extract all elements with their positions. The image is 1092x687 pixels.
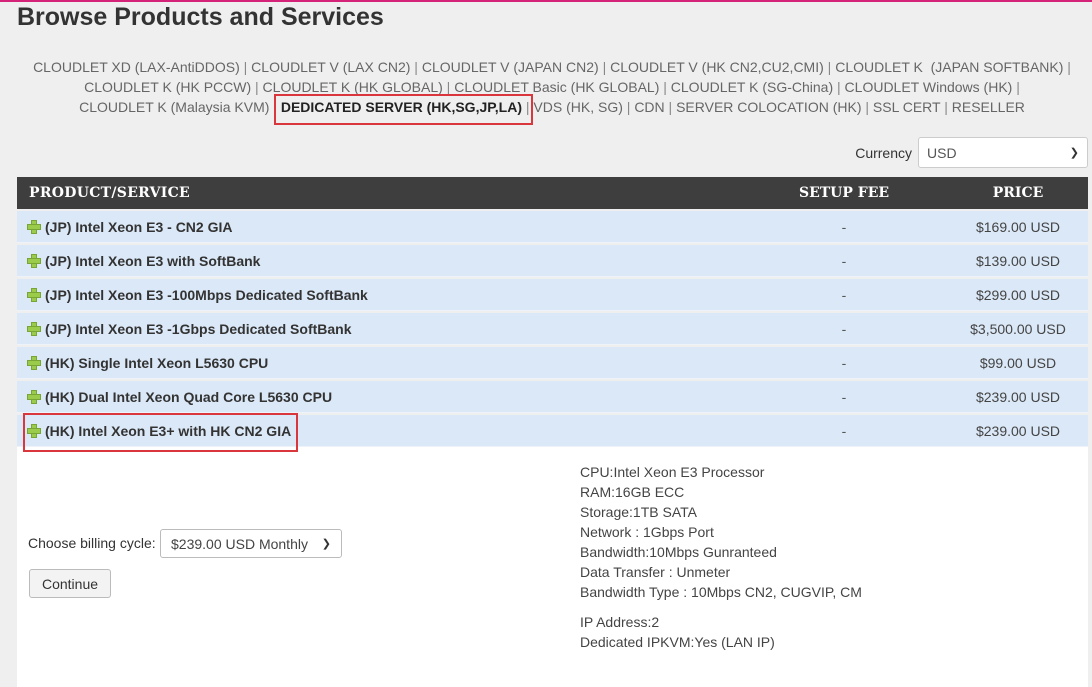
plus-icon (27, 321, 41, 336)
table-header: PRODUCT/SERVICE SETUP FEE PRICE (17, 177, 1088, 209)
price: $239.00 USD (975, 388, 1061, 405)
billing-cycle-value: $239.00 USD Monthly (171, 535, 308, 552)
chevron-down-icon: ❯ (1069, 147, 1079, 159)
product-toggle[interactable]: (HK) Single Intel Xeon L5630 CPU (17, 355, 764, 371)
product-name: (JP) Intel Xeon E3 -1Gbps Dedicated Soft… (45, 320, 352, 337)
category-link-cloudlet-k-malaysia[interactable]: CLOUDLET K (Malaysia KVM) (79, 99, 269, 115)
category-link-cloudlet-windows[interactable]: CLOUDLET Windows (HK) (845, 79, 1013, 95)
chevron-down-icon: ❯ (321, 538, 331, 550)
category-link-cloudlet-v-hk[interactable]: CLOUDLET V (HK CN2,CU2,CMI) (610, 59, 824, 75)
product-name: (JP) Intel Xeon E3 with SoftBank (45, 252, 261, 269)
billing-cycle-label: Choose billing cycle: (28, 535, 156, 551)
category-link-cloudlet-v-lax[interactable]: CLOUDLET V (LAX CN2) (251, 59, 410, 75)
product-toggle[interactable]: (HK) Dual Intel Xeon Quad Core L5630 CPU (17, 389, 764, 405)
category-link-ssl-cert[interactable]: SSL CERT (873, 99, 940, 115)
price: $99.00 USD (979, 354, 1057, 371)
category-link-dedicated-server[interactable]: DEDICATED SERVER (HK,SG,JP,LA) (281, 99, 522, 115)
header-product: PRODUCT/SERVICE (29, 185, 191, 201)
table-row[interactable]: (HK) Intel Xeon E3+ with HK CN2 GIA - $2… (17, 415, 1088, 447)
plus-icon (27, 287, 41, 302)
category-link-cloudlet-k-pccw[interactable]: CLOUDLET K (HK PCCW) (84, 79, 251, 95)
plus-icon (27, 253, 41, 268)
products-table: PRODUCT/SERVICE SETUP FEE PRICE (JP) Int… (17, 177, 1088, 687)
product-toggle[interactable]: (HK) Intel Xeon E3+ with HK CN2 GIA (17, 423, 764, 439)
product-specs: CPU:Intel Xeon E3 Processor RAM:16GB ECC… (580, 462, 862, 652)
header-setup-fee: SETUP FEE (798, 185, 890, 201)
plus-icon (27, 219, 41, 234)
table-row[interactable]: (HK) Dual Intel Xeon Quad Core L5630 CPU… (17, 381, 1088, 413)
category-link-colocation[interactable]: SERVER COLOCATION (HK) (676, 99, 861, 115)
category-link-cloudlet-v-japan[interactable]: CLOUDLET V (JAPAN CN2) (422, 59, 599, 75)
product-name: (HK) Single Intel Xeon L5630 CPU (45, 354, 269, 371)
plus-icon (27, 355, 41, 370)
currency-label: Currency (855, 144, 912, 161)
product-name: (HK) Intel Xeon E3+ with HK CN2 GIA (45, 422, 292, 439)
product-toggle[interactable]: (JP) Intel Xeon E3 - CN2 GIA (17, 219, 764, 235)
price: $169.00 USD (975, 218, 1061, 235)
continue-button[interactable]: Continue (29, 569, 111, 598)
product-detail-panel: Choose billing cycle: $239.00 USD Monthl… (17, 447, 1088, 687)
setup-fee: - (841, 252, 847, 269)
price: $239.00 USD (975, 422, 1061, 439)
category-link-vds[interactable]: VDS (HK, SG) (533, 99, 622, 115)
spec-line: Data Transfer : Unmeter (580, 564, 731, 580)
category-link-cloudlet-xd[interactable]: CLOUDLET XD (LAX-AntiDDOS) (33, 59, 240, 75)
category-link-cdn[interactable]: CDN (634, 99, 664, 115)
product-toggle[interactable]: (JP) Intel Xeon E3 with SoftBank (17, 253, 764, 269)
spec-line: Network : 1Gbps Port (580, 524, 714, 540)
spec-line: IP Address:2 (580, 614, 660, 630)
setup-fee: - (841, 320, 847, 337)
currency-value: USD (927, 144, 957, 161)
product-name: (JP) Intel Xeon E3 -100Mbps Dedicated So… (45, 286, 368, 303)
plus-icon (27, 423, 41, 438)
product-toggle[interactable]: (JP) Intel Xeon E3 -1Gbps Dedicated Soft… (17, 321, 764, 337)
product-name: (JP) Intel Xeon E3 - CN2 GIA (45, 218, 233, 235)
currency-select[interactable]: USD ❯ (918, 137, 1088, 168)
setup-fee: - (841, 286, 847, 303)
category-link-cloudlet-basic[interactable]: CLOUDLET Basic (HK GLOBAL) (454, 79, 659, 95)
price: $139.00 USD (975, 252, 1061, 269)
spec-line: Bandwidth Type : 10Mbps CN2, CUGVIP, CM (580, 584, 862, 600)
currency-row: Currency USD ❯ (855, 137, 1088, 168)
table-row[interactable]: (JP) Intel Xeon E3 - CN2 GIA - $169.00 U… (17, 211, 1088, 243)
table-row[interactable]: (JP) Intel Xeon E3 with SoftBank - $139.… (17, 245, 1088, 277)
setup-fee: - (841, 218, 847, 235)
table-row[interactable]: (JP) Intel Xeon E3 -1Gbps Dedicated Soft… (17, 313, 1088, 345)
product-name: (HK) Dual Intel Xeon Quad Core L5630 CPU (45, 388, 333, 405)
category-link-cloudlet-k-japan[interactable]: CLOUDLET K (JAPAN SOFTBANK) (835, 59, 1063, 75)
setup-fee: - (841, 388, 847, 405)
product-toggle[interactable]: (JP) Intel Xeon E3 -100Mbps Dedicated So… (17, 287, 764, 303)
category-link-reseller[interactable]: RESELLER (952, 99, 1025, 115)
setup-fee: - (841, 354, 847, 371)
price: $299.00 USD (975, 286, 1061, 303)
table-row[interactable]: (HK) Single Intel Xeon L5630 CPU - $99.0… (17, 347, 1088, 379)
page-title: Browse Products and Services (17, 3, 384, 31)
category-links: CLOUDLET XD (LAX-AntiDDOS) | CLOUDLET V … (33, 59, 1071, 115)
category-link-cloudlet-k-sg[interactable]: CLOUDLET K (SG-China) (671, 79, 833, 95)
setup-fee: - (841, 422, 847, 439)
billing-cycle-select[interactable]: $239.00 USD Monthly ❯ (160, 529, 342, 558)
spec-line: Storage:1TB SATA (580, 504, 697, 520)
spec-line: RAM:16GB ECC (580, 484, 685, 500)
category-link-cloudlet-k-hk-global[interactable]: CLOUDLET K (HK GLOBAL) (263, 79, 443, 95)
spec-line: Bandwidth:10Mbps Gunranteed (580, 544, 777, 560)
header-price: PRICE (992, 185, 1044, 201)
spec-line: Dedicated IPKVM:Yes (LAN IP) (580, 634, 775, 650)
plus-icon (27, 389, 41, 404)
spec-line: CPU:Intel Xeon E3 Processor (580, 464, 765, 480)
price: $3,500.00 USD (970, 320, 1066, 337)
table-row[interactable]: (JP) Intel Xeon E3 -100Mbps Dedicated So… (17, 279, 1088, 311)
